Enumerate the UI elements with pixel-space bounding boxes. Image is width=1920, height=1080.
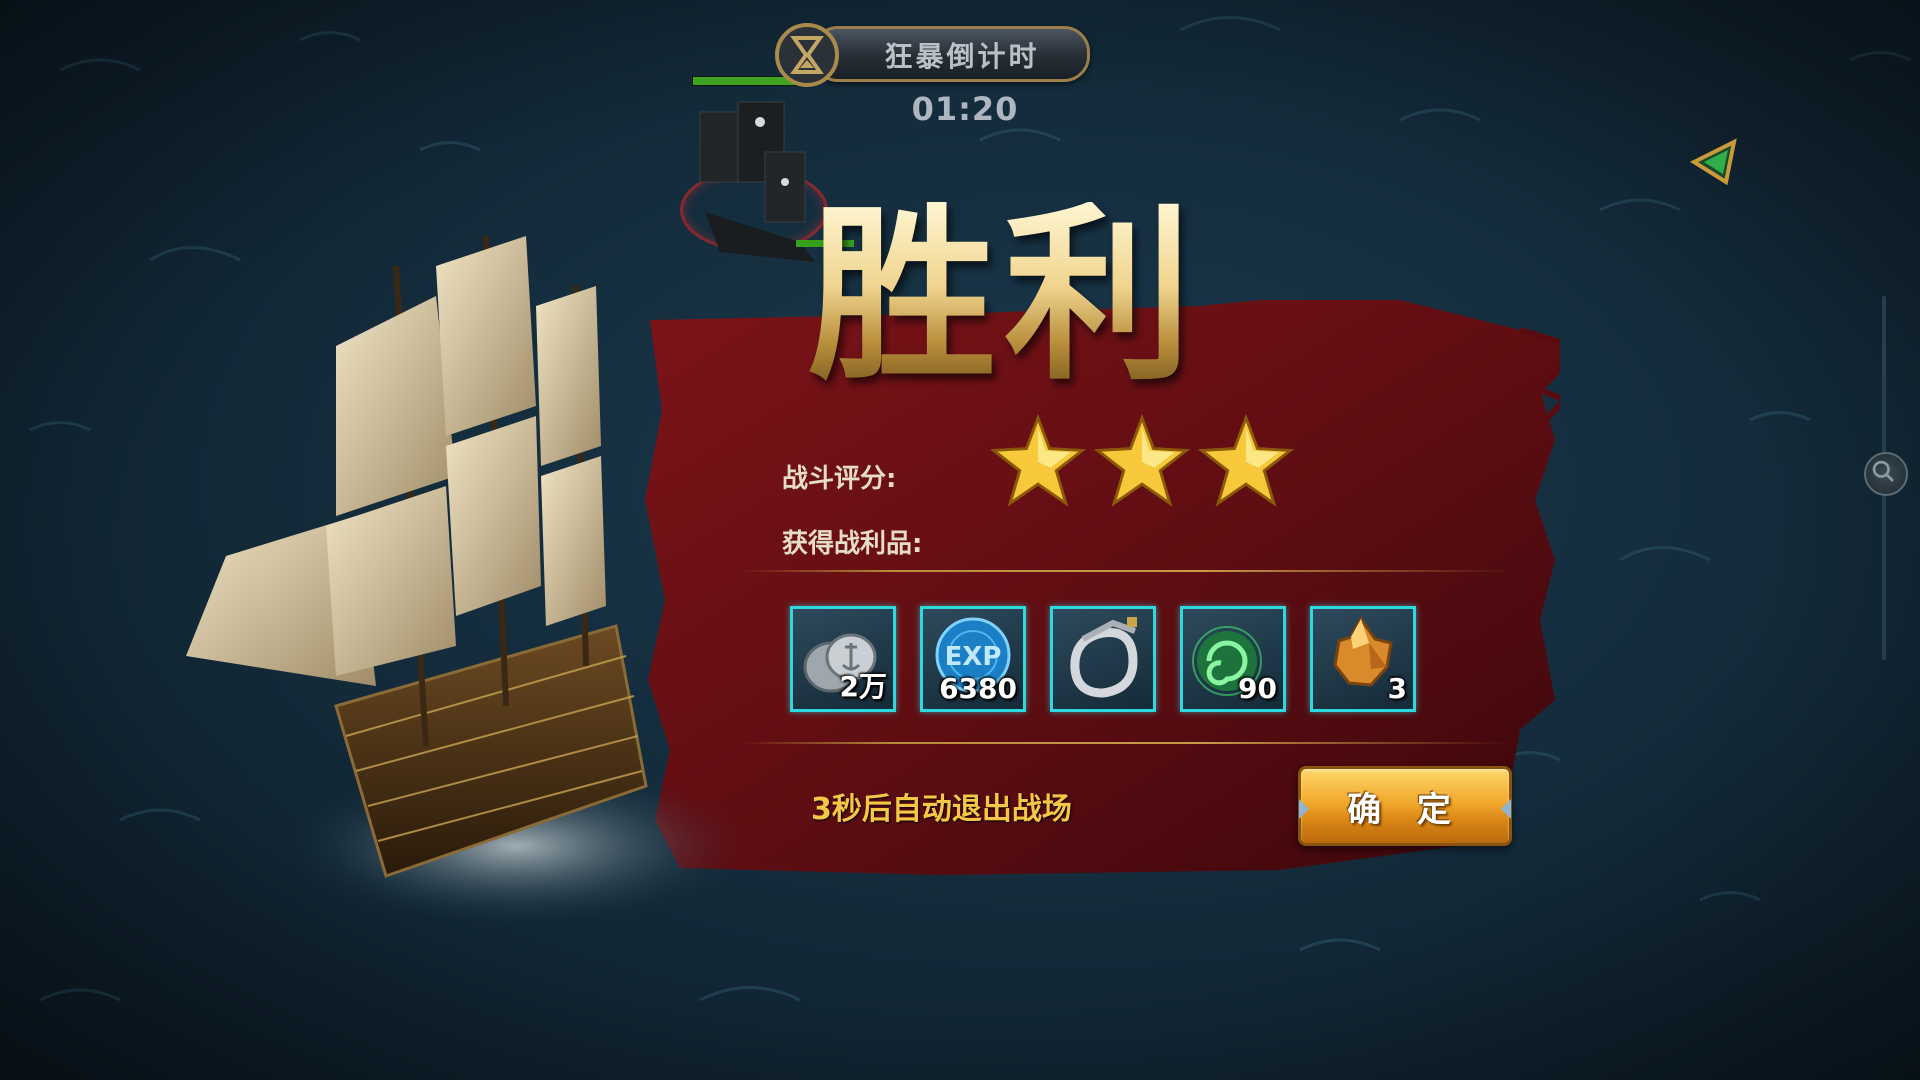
star-icon bbox=[1198, 414, 1294, 507]
countdown-label: 狂暴倒计时 bbox=[884, 40, 1040, 73]
loot-count: 3 bbox=[1387, 672, 1407, 705]
auto-exit-notice: 3秒后自动退出战场 bbox=[811, 792, 1072, 827]
divider bbox=[740, 742, 1510, 744]
loot-label: 获得战利品: bbox=[782, 529, 923, 559]
svg-text:EXP: EXP bbox=[945, 642, 1002, 672]
divider bbox=[740, 570, 1510, 572]
star-icon bbox=[1094, 414, 1190, 507]
loot-item-silver-ring[interactable] bbox=[1050, 606, 1156, 712]
silver-ring-icon bbox=[1070, 617, 1138, 698]
loot-item-exp[interactable]: EXP 6380 bbox=[920, 606, 1026, 712]
confirm-button[interactable]: 确 定 bbox=[1298, 766, 1512, 846]
player-ship bbox=[186, 235, 746, 926]
battle-rating-label: 战斗评分: bbox=[782, 464, 897, 494]
loot-count: 2万 bbox=[839, 670, 887, 703]
rating-stars bbox=[990, 414, 1294, 514]
rage-countdown: 狂暴倒计时 bbox=[772, 20, 1094, 87]
zoom-icon[interactable] bbox=[1864, 452, 1908, 496]
hourglass-icon bbox=[775, 23, 839, 87]
star-icon bbox=[990, 414, 1086, 507]
loot-count: 6380 bbox=[939, 672, 1017, 705]
victory-title: 胜利 bbox=[808, 185, 1200, 406]
loot-count: 90 bbox=[1238, 672, 1277, 705]
loot-item-orange-crystal[interactable]: 3 bbox=[1310, 606, 1416, 712]
loot-item-silver-coins[interactable]: 2万 bbox=[790, 606, 896, 712]
countdown-time: 01:20 bbox=[911, 90, 1019, 128]
loot-item-green-orb[interactable]: 90 bbox=[1180, 606, 1286, 712]
confirm-button-label: 确 定 bbox=[1347, 789, 1463, 830]
navigation-arrow-icon[interactable] bbox=[1690, 138, 1742, 186]
